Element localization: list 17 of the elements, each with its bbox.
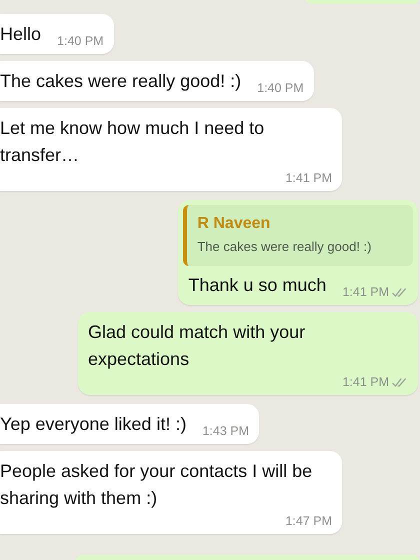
message-text: The cakes were really good! :) bbox=[0, 70, 242, 93]
message-text: Glad could match with your expectations bbox=[88, 321, 306, 371]
message-text: Hello bbox=[0, 23, 42, 46]
quote-text: The cakes were really good! :) bbox=[197, 239, 372, 254]
message-time: 1:43 PM bbox=[202, 424, 250, 438]
message-time: 1:40 PM bbox=[57, 34, 104, 48]
message-text: Yep everyone liked it! :) bbox=[0, 413, 186, 436]
message-time: 1:41 PM bbox=[285, 171, 332, 185]
message-time: 1:47 PM bbox=[285, 514, 332, 528]
quoted-message[interactable]: R Naveen The cakes were really good! :) bbox=[183, 205, 413, 266]
message-text: People asked for your contacts I will be sharing with them :) bbox=[0, 460, 314, 510]
message-text: Thank u so much bbox=[188, 274, 326, 297]
message-time: 1:41 PM bbox=[342, 285, 389, 299]
quote-author: R Naveen bbox=[197, 215, 272, 233]
message-time: 1:41 PM bbox=[342, 375, 389, 389]
message-text: Let me know how much I need to transfer… bbox=[0, 117, 266, 167]
message-time: 1:40 PM bbox=[257, 81, 304, 95]
